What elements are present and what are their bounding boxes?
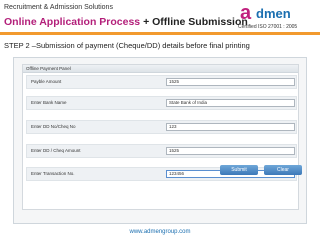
top-label: Recruitment & Admission Solutions [4,4,113,11]
transaction-no-label: Enter Transaction No. [31,171,75,176]
footer-url[interactable]: www.admengroup.com [0,229,320,235]
panel-title: Offline Payment Panel [23,65,298,73]
headline-part2: + Offline Submission [140,16,248,28]
form-row-bank-name: Enter Bank Name State Bank of India [26,96,297,110]
offline-payment-panel: Offline Payment Panel Payble Amount 1525… [22,64,299,210]
headline: Online Application Process + Offline Sub… [4,16,248,28]
payable-amount-label: Payble Amount [31,79,62,84]
form-row-payable-amount: Payble Amount 1525 [26,75,297,89]
payable-amount-field[interactable]: 1525 [166,78,295,86]
clear-button[interactable]: Clear [264,165,302,175]
step-title: STEP 2 –Submission of payment (Cheque/DD… [4,41,250,50]
dd-cheque-no-label: Enter DD No/Cheq No [31,124,76,129]
dd-cheque-no-field[interactable]: 123 [166,123,295,131]
form-row-dd-cheque-no: Enter DD No/Cheq No 123 [26,120,297,134]
bank-name-field[interactable]: State Bank of India [166,99,295,107]
header-divider [0,32,320,35]
logo-dmen: dmen [256,6,291,21]
form-row-dd-cheque-amount: Enter DD / Cheq Amount 1525 [26,144,297,158]
bank-name-label: Enter Bank Name [31,100,67,105]
logo-a: a [240,2,252,24]
dd-cheque-amount-field[interactable]: 1525 [166,147,295,155]
certification-text: Certified ISO 27001 : 2005 [238,24,298,30]
admen-logo: a dmen [240,2,318,24]
headline-part1: Online Application Process [4,16,141,28]
submit-button[interactable]: Submit [220,165,258,175]
dd-cheque-amount-label: Enter DD / Cheq Amount [31,148,81,153]
